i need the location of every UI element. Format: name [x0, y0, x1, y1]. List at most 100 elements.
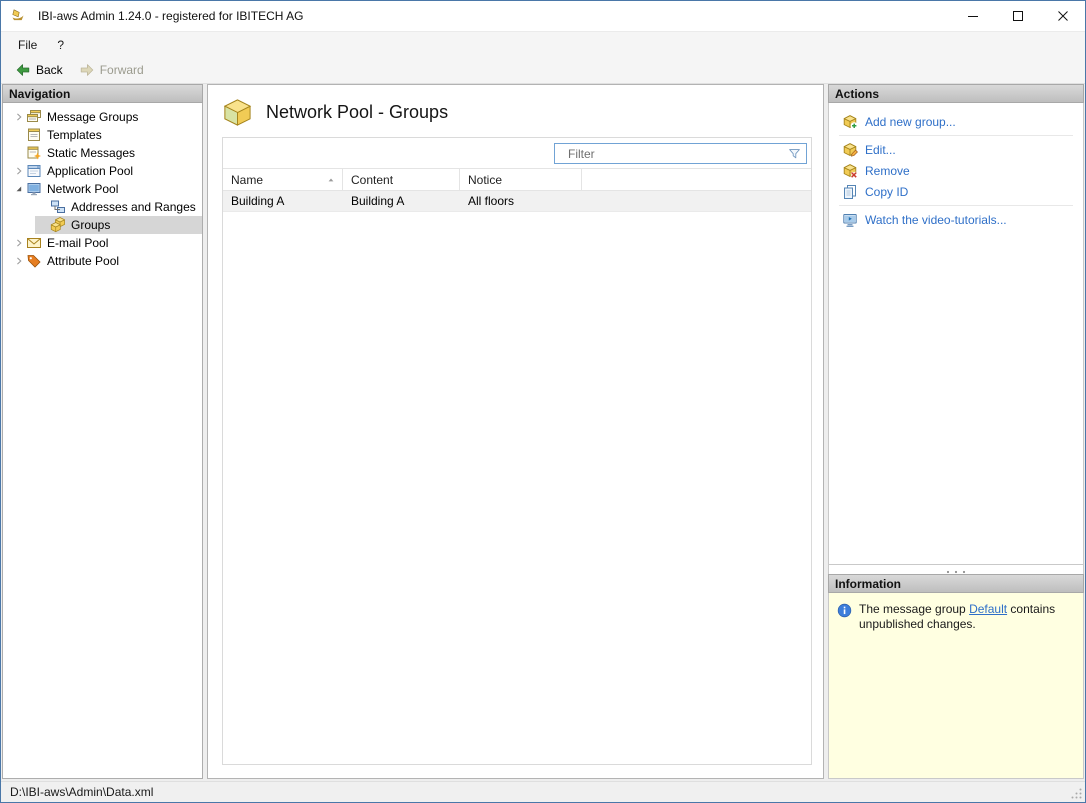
app-logo-icon [10, 7, 28, 25]
filter-row [223, 138, 811, 169]
static-messages-icon [26, 145, 42, 161]
chevron-collapsed-icon[interactable] [11, 164, 26, 179]
action-label: Copy ID [865, 184, 909, 199]
application-pool-icon [26, 163, 42, 179]
actions-panel-header: Actions [828, 84, 1084, 103]
groups-list: Name Content Notice Building A Building A Al… [222, 137, 812, 765]
tree-item-groups[interactable]: Groups [35, 216, 202, 234]
table-header: Name Content Notice [223, 169, 811, 191]
action-copy-id[interactable]: Copy ID [829, 181, 1083, 202]
page-title: Network Pool - Groups [266, 102, 449, 122]
information-panel: The message group Default contains unpub… [828, 593, 1084, 779]
content-header: Network Pool - Groups [208, 85, 823, 128]
sort-ascending-icon [325, 174, 337, 186]
column-header-notice[interactable]: Notice [460, 169, 582, 190]
actions-separator [839, 135, 1073, 136]
statusbar-path: D:\IBI-aws\Admin\Data.xml [10, 785, 154, 799]
navigation-panel-header: Navigation [2, 84, 203, 103]
actions-list: Add new group... Edit... Remove Copy ID Watc… [828, 103, 1084, 565]
tree-item-label: Static Messages [47, 146, 136, 160]
menubar: File ? [1, 32, 1085, 57]
minimize-button[interactable] [950, 1, 995, 31]
table-cell: All floors [468, 194, 515, 208]
action-label: Edit... [865, 142, 896, 157]
chevron-collapsed-icon[interactable] [11, 254, 26, 269]
tree-item-application-pool[interactable]: Application Pool [11, 162, 202, 180]
action-label: Watch the video-tutorials... [865, 212, 1007, 227]
chevron-collapsed-icon[interactable] [11, 236, 26, 251]
maximize-icon [1012, 11, 1023, 21]
column-header-label: Name [231, 172, 264, 187]
content-panel: Network Pool - Groups Name Content Notice … [207, 84, 824, 779]
tree-item-label: Application Pool [47, 164, 134, 178]
tree-item-static-messages[interactable]: Static Messages [11, 144, 202, 162]
action-add-new-group[interactable]: Add new group... [829, 111, 1083, 132]
tree-item-label: E-mail Pool [47, 236, 109, 250]
tree-item-attribute-pool[interactable]: Attribute Pool [11, 252, 202, 270]
toolbar: Back Forward [1, 57, 1085, 84]
close-icon [1057, 11, 1068, 21]
column-header-content[interactable]: Content [343, 169, 460, 190]
tree-item-e-mail-pool[interactable]: E-mail Pool [11, 234, 202, 252]
groups-icon [50, 217, 66, 233]
tree-item-network-pool[interactable]: Network Pool [11, 180, 202, 198]
attribute-pool-icon [26, 253, 42, 269]
statusbar: D:\IBI-aws\Admin\Data.xml [1, 781, 1085, 802]
email-pool-icon [26, 235, 42, 251]
tree-item-message-groups[interactable]: Message Groups [11, 108, 202, 126]
forward-button: Forward [71, 60, 152, 80]
maximize-button[interactable] [995, 1, 1040, 31]
table-cell: Building A [231, 194, 285, 208]
resize-grip-icon[interactable] [1070, 787, 1083, 800]
workspace: Navigation Message Groups Templates Static… [1, 84, 1085, 781]
action-watch-the-video-tutorials[interactable]: Watch the video-tutorials... [829, 209, 1083, 230]
menu-help[interactable]: ? [47, 35, 74, 55]
tree-item-label: Addresses and Ranges [71, 200, 196, 214]
tree-item-templates[interactable]: Templates [11, 126, 202, 144]
tree-item-label: Attribute Pool [47, 254, 120, 268]
tree-item-label: Groups [71, 218, 111, 232]
table-body: Building A Building A All floors [223, 191, 811, 212]
table-row[interactable]: Building A Building A All floors [223, 191, 811, 212]
chevron-collapsed-icon[interactable] [11, 110, 26, 125]
menu-file[interactable]: File [8, 35, 47, 55]
column-header-label: Content [351, 172, 394, 187]
forward-button-label: Forward [99, 63, 144, 77]
information-text: The message group Default contains unpub… [859, 602, 1071, 632]
tree-item-label: Templates [47, 128, 102, 142]
action-remove[interactable]: Remove [829, 160, 1083, 181]
column-header-filler [582, 169, 811, 190]
info-text-before: The message group [859, 602, 970, 616]
chevron-expanded-icon[interactable] [11, 182, 26, 197]
message-groups-icon [26, 109, 42, 125]
tree-item-label: Message Groups [47, 110, 139, 124]
copy-id-icon [842, 184, 858, 200]
edit-group-icon [842, 142, 858, 158]
info-icon [837, 603, 852, 618]
information-panel-header: Information [828, 574, 1084, 593]
addresses-and-ranges-icon [50, 199, 66, 215]
remove-group-icon [842, 163, 858, 179]
filter-input[interactable] [555, 144, 806, 163]
navigation-tree: Message Groups Templates Static Messages Ap… [2, 103, 203, 779]
action-edit[interactable]: Edit... [829, 139, 1083, 160]
default-group-link[interactable]: Default [969, 602, 1007, 616]
video-tutorials-icon [842, 212, 858, 228]
back-button[interactable]: Back [7, 60, 71, 80]
back-arrow-icon [15, 62, 31, 78]
action-label: Add new group... [865, 114, 956, 129]
panel-splitter[interactable] [828, 565, 1084, 574]
table-cell: Building A [351, 194, 405, 208]
network-pool-groups-icon [222, 97, 253, 128]
close-button[interactable] [1040, 1, 1085, 31]
actions-separator [839, 205, 1073, 206]
tree-item-label: Network Pool [47, 182, 119, 196]
tree-item-addresses-and-ranges[interactable]: Addresses and Ranges [35, 198, 202, 216]
filter-funnel-icon[interactable] [787, 146, 803, 162]
add-group-icon [842, 114, 858, 130]
column-header-name[interactable]: Name [223, 169, 343, 190]
